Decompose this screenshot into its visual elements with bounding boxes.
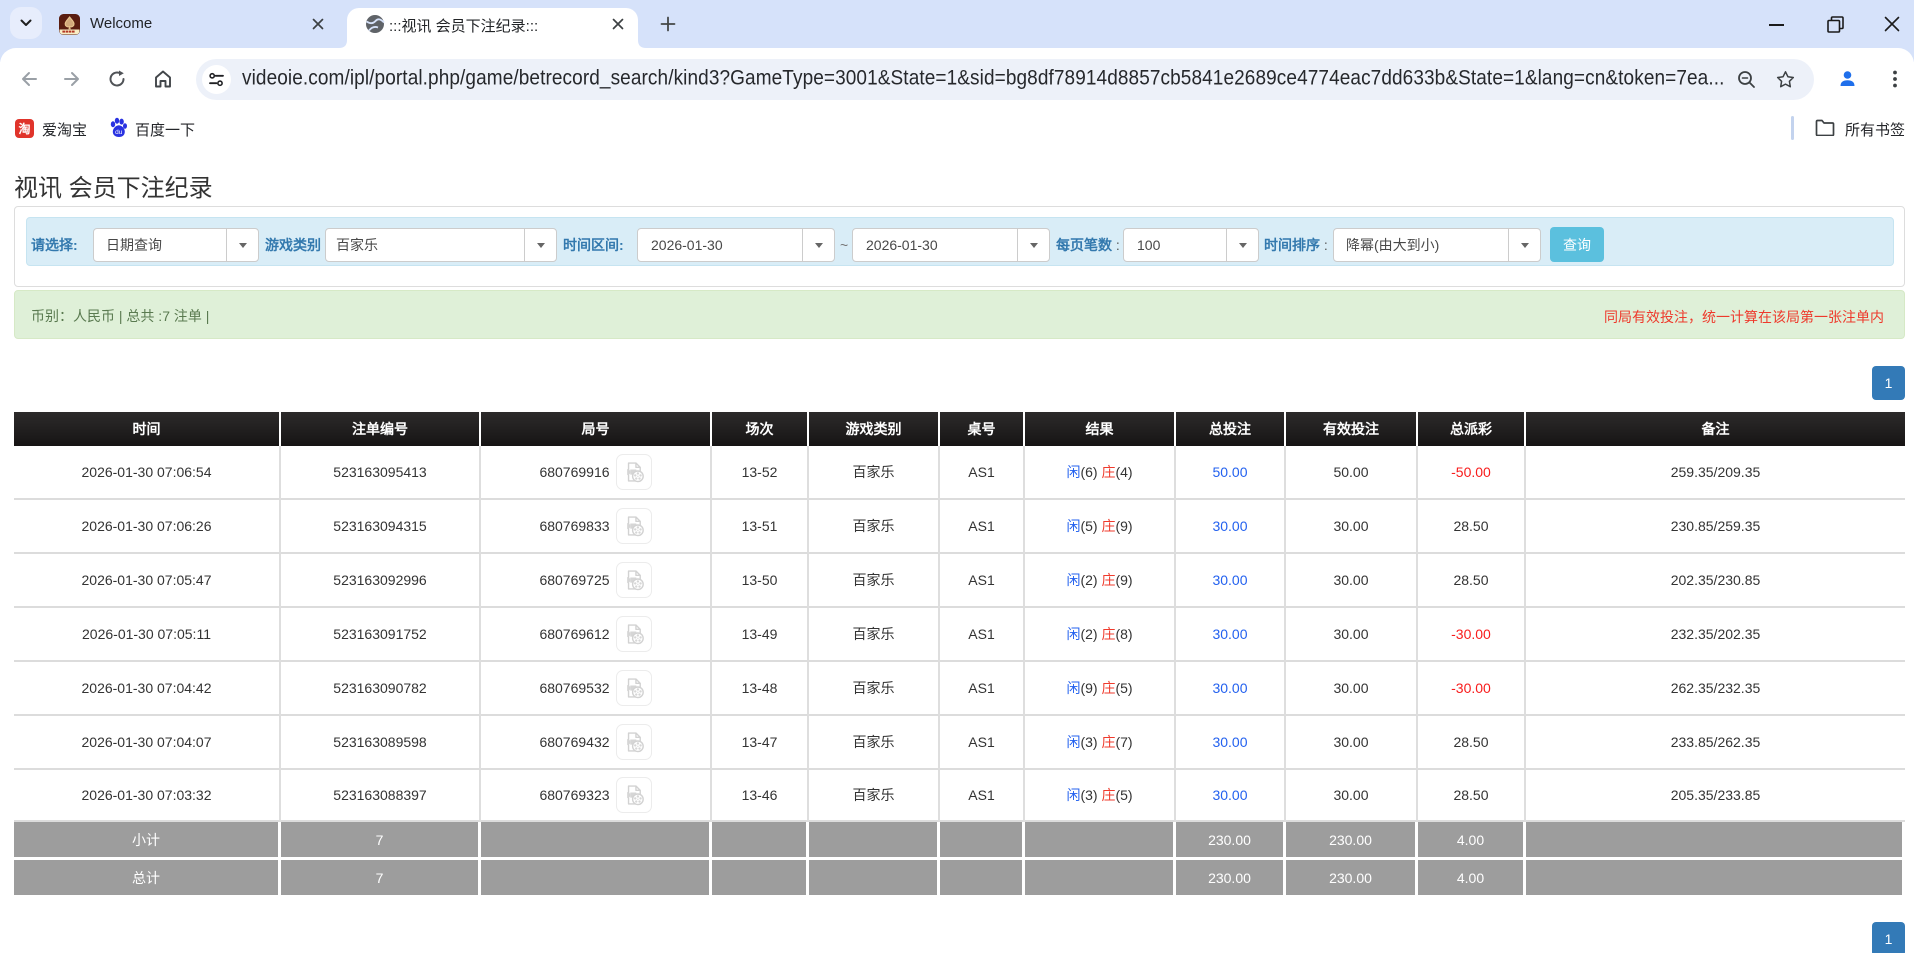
- svg-text:du: du: [115, 129, 123, 136]
